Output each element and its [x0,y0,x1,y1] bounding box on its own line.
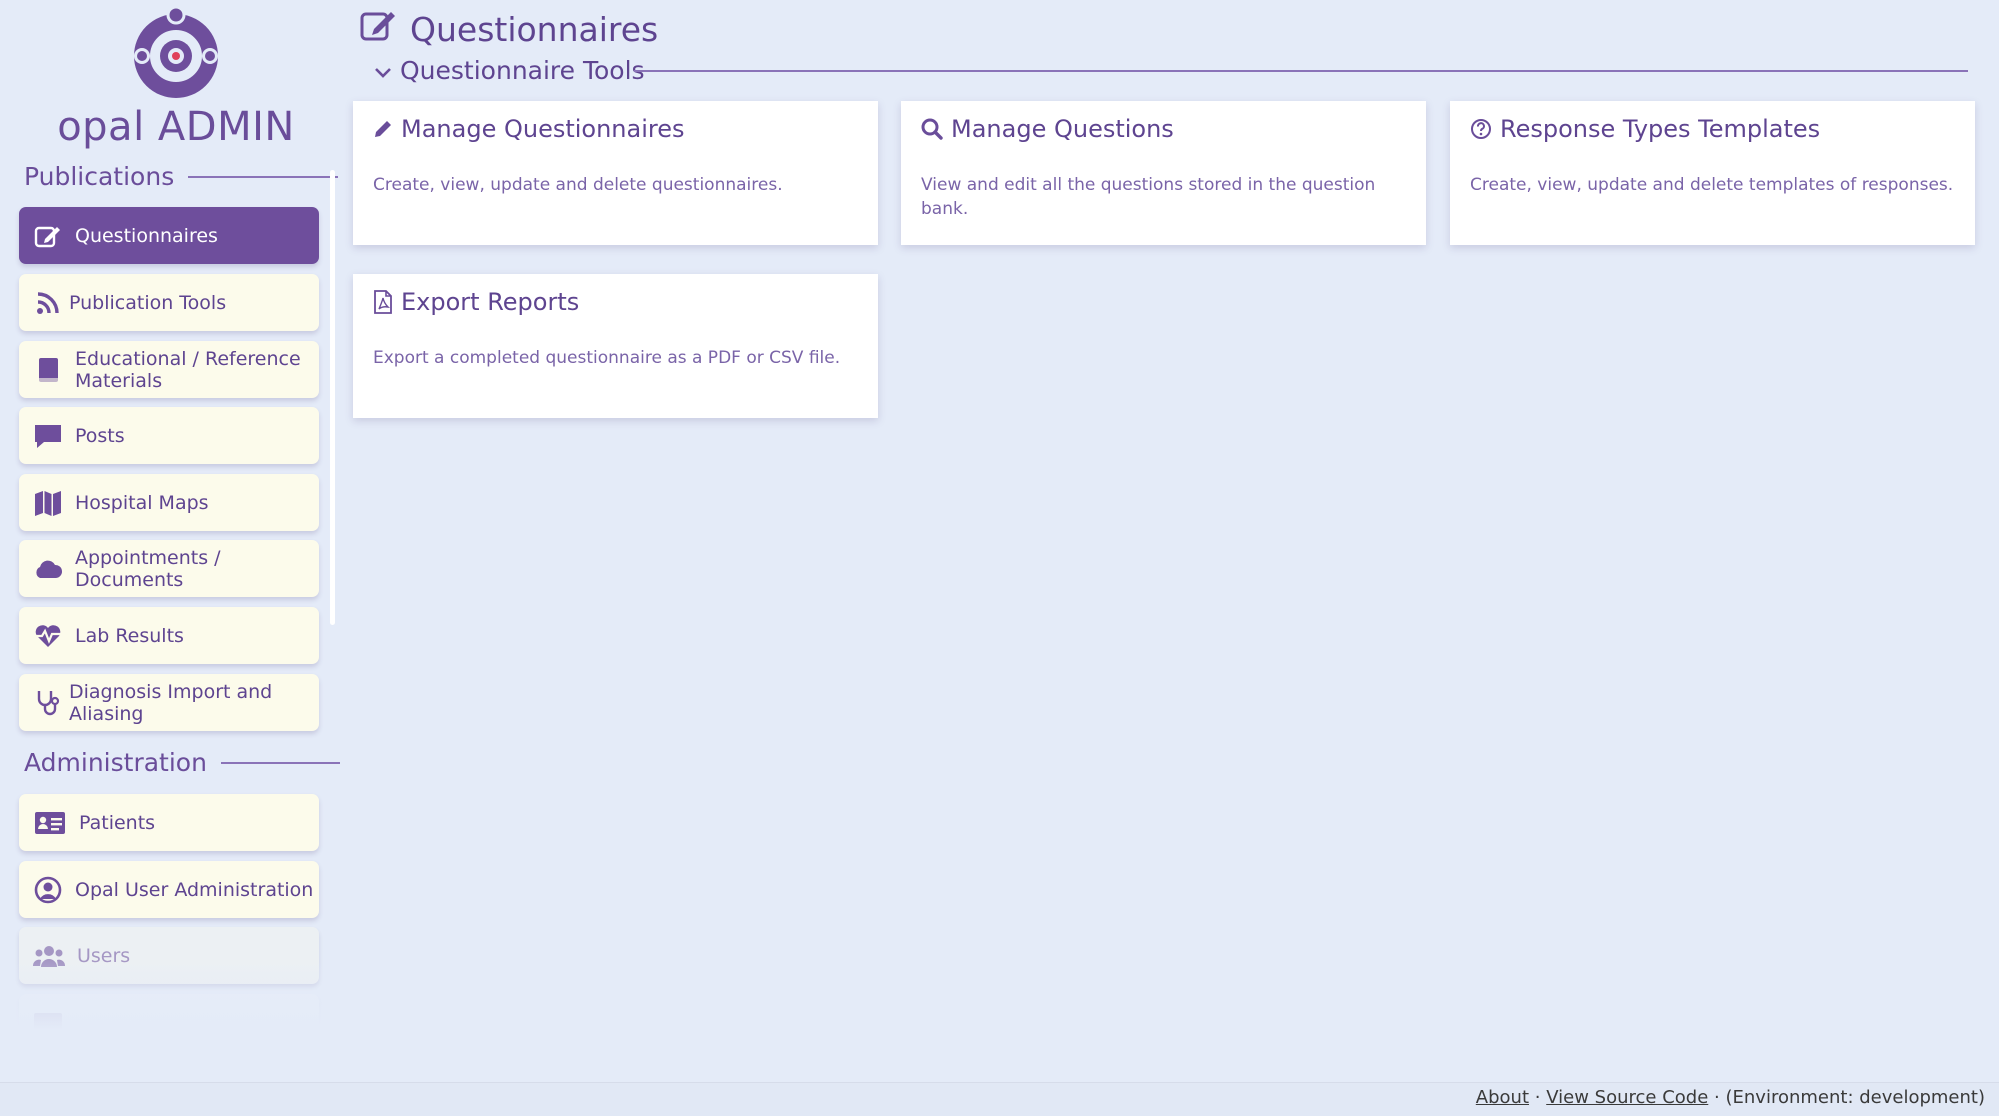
sidebar-item-label: Educational / Reference Materials [75,347,301,392]
sidebar-item-posts[interactable]: Posts [19,407,319,464]
card-title: Response Types Templates [1470,115,1955,143]
card-title: Manage Questions [921,115,1406,143]
card-manage-questionnaires[interactable]: Manage Questionnaires Create, view, upda… [353,101,878,245]
environment-label: (Environment: development) [1725,1087,1985,1108]
chevron-down-icon [374,56,392,85]
sidebar-item-lab-results[interactable]: Lab Results [19,607,319,664]
stethoscope-icon [33,688,63,718]
sidebar-item-label: Publication Tools [69,291,227,314]
sidebar-item-label: Posts [75,424,125,447]
card-description: Create, view, update and delete question… [373,175,783,195]
logo-suffix: ADMIN [157,104,295,150]
logo-prefix: opal [57,104,145,150]
administration-divider [220,761,340,764]
sidebar-item-questionnaires[interactable]: Questionnaires [19,207,319,264]
footer: About · View Source Code · (Environment:… [0,1082,1999,1116]
pencil-icon [373,119,393,139]
id-card-icon [33,808,67,838]
rss-icon [33,288,63,318]
edit-icon [33,221,63,251]
book-icon [33,355,63,385]
about-link[interactable]: About [1476,1087,1529,1108]
sidebar-scrollbar[interactable] [330,170,335,625]
card-response-types-templates[interactable]: Response Types Templates Create, view, u… [1450,101,1975,245]
publications-heading-label: Publications [24,162,175,191]
card-title: Manage Questionnaires [373,115,858,143]
section-divider [634,70,1968,72]
page-title: Questionnaires [360,8,658,50]
sidebar-fade [0,960,340,1030]
card-export-reports[interactable]: Export Reports Export a completed questi… [353,274,878,418]
footer-separator: · [1534,1087,1541,1108]
map-icon [33,488,63,518]
heartbeat-icon [33,621,63,651]
card-description: Create, view, update and delete template… [1470,175,1954,195]
card-title-text: Response Types Templates [1500,115,1821,143]
edit-icon [360,8,398,50]
logo[interactable]: opal ADMIN [0,6,340,150]
sidebar-item-hospital-maps[interactable]: Hospital Maps [19,474,319,531]
user-circle-icon [33,875,63,905]
logo-text: opal ADMIN [0,104,340,150]
cloud-icon [33,554,63,584]
sidebar-item-opal-user-administration[interactable]: Opal User Administration [19,861,319,918]
sidebar-item-label: Diagnosis Import and Aliasing [69,680,273,725]
search-icon [921,118,943,140]
publications-divider [188,175,339,178]
publications-heading: Publications [24,162,339,191]
card-title-text: Manage Questionnaires [401,115,685,143]
page-title-text: Questionnaires [410,9,659,49]
sidebar-item-patients[interactable]: Patients [19,794,319,851]
administration-heading-label: Administration [24,748,207,777]
sidebar-item-label: Questionnaires [75,224,218,247]
opal-logo-icon [134,6,218,98]
sidebar-item-label: Lab Results [75,624,184,647]
card-title: Export Reports [373,288,858,316]
footer-separator: · [1714,1087,1720,1108]
administration-heading: Administration [24,748,340,777]
view-source-link[interactable]: View Source Code [1546,1087,1708,1108]
sidebar-item-publication-tools[interactable]: Publication Tools [19,274,319,331]
sidebar-item-appointments-documents[interactable]: Appointments / Documents [19,540,319,597]
card-description: Export a completed questionnaire as a PD… [373,348,841,368]
comment-icon [33,421,63,451]
card-title-text: Export Reports [401,288,580,316]
questionnaire-tools-toggle[interactable]: Questionnaire Tools [374,56,645,85]
sidebar-item-label: Hospital Maps [75,491,209,514]
card-title-text: Manage Questions [951,115,1174,143]
sidebar-item-label: Appointments / Documents [75,546,221,591]
sidebar-item-diagnosis[interactable]: Diagnosis Import and Aliasing [19,674,319,731]
question-circle-icon [1470,118,1492,140]
sidebar-item-educational-materials[interactable]: Educational / Reference Materials [19,341,319,398]
footer-links: About · View Source Code · (Environment:… [1476,1087,1985,1108]
section-heading: Questionnaire Tools [400,56,645,85]
card-manage-questions[interactable]: Manage Questions View and edit all the q… [901,101,1426,245]
card-description: View and edit all the questions stored i… [921,175,1376,219]
file-pdf-icon [373,290,393,314]
sidebar: opal ADMIN Publications Questionnaires P… [0,0,340,1030]
sidebar-item-label: Opal User Administration [75,878,314,901]
sidebar-item-label: Patients [79,811,156,834]
